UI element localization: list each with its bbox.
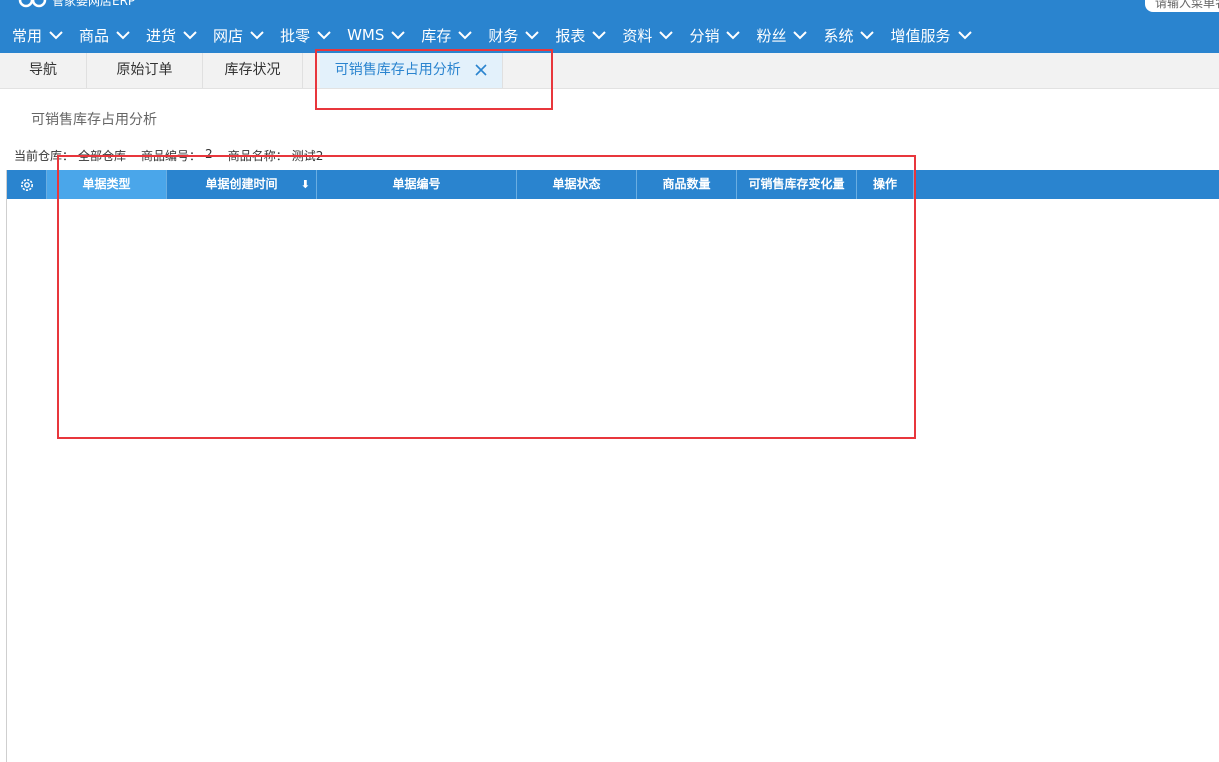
nav-item-资料[interactable]: 资料 xyxy=(610,18,677,52)
chevron-down-icon xyxy=(793,31,808,40)
brand: 管家婆网店ERP xyxy=(18,0,135,8)
nav-label: 库存 xyxy=(421,26,452,45)
nav-item-粉丝[interactable]: 粉丝 xyxy=(744,18,811,52)
menu-search-input[interactable]: 请输入菜单名 xyxy=(1145,0,1219,12)
chevron-down-icon xyxy=(49,31,63,40)
nav-label: 粉丝 xyxy=(756,26,787,45)
nav-item-报表[interactable]: 报表 xyxy=(543,18,610,52)
column-settings-button[interactable] xyxy=(7,170,47,199)
chevron-down-icon xyxy=(458,31,473,40)
chevron-down-icon xyxy=(525,31,540,40)
chevron-down-icon xyxy=(391,31,406,40)
chevron-down-icon xyxy=(116,31,130,40)
nav-label: WMS xyxy=(347,26,385,44)
chevron-down-icon xyxy=(659,31,674,40)
chevron-down-icon xyxy=(957,31,972,40)
nav-label: 商品 xyxy=(79,26,110,45)
nav-item-进货[interactable]: 进货 xyxy=(134,18,201,52)
nav-item-wms[interactable]: WMS xyxy=(335,18,409,52)
chevron-down-icon xyxy=(250,31,264,40)
nav-label: 进货 xyxy=(146,26,177,45)
highlight-box-grid xyxy=(57,155,916,439)
main-menu: 常用 商品 进货 网店 批零 WMS 库存 财务 报表 资料 分销 粉丝 系统 … xyxy=(0,18,976,52)
tab-original-orders[interactable]: 原始订单 xyxy=(87,53,203,88)
top-navigation-bar: 管家婆网店ERP 请输入菜单名 常用 商品 进货 网店 批零 WMS 库存 财务… xyxy=(0,0,1219,53)
tab-bar: 导航 原始订单 库存状况 可销售库存占用分析 xyxy=(0,53,1219,89)
chevron-down-icon xyxy=(317,31,331,40)
tab-navigation[interactable]: 导航 xyxy=(0,53,87,88)
nav-item-商品[interactable]: 商品 xyxy=(67,18,134,52)
brand-name: 管家婆网店ERP xyxy=(52,0,136,8)
chevron-down-icon xyxy=(726,31,741,40)
nav-item-批零[interactable]: 批零 xyxy=(268,18,335,52)
nav-item-库存[interactable]: 库存 xyxy=(409,18,476,52)
nav-label: 常用 xyxy=(12,26,43,45)
nav-item-常用[interactable]: 常用 xyxy=(0,18,67,52)
nav-item-增值服务[interactable]: 增值服务 xyxy=(878,18,975,52)
chevron-down-icon xyxy=(592,31,607,40)
tab-inventory-status[interactable]: 库存状况 xyxy=(203,53,303,88)
gear-icon xyxy=(20,178,33,191)
nav-label: 资料 xyxy=(622,26,653,45)
nav-item-财务[interactable]: 财务 xyxy=(476,18,543,52)
nav-item-分销[interactable]: 分销 xyxy=(677,18,744,52)
chevron-down-icon xyxy=(183,31,197,40)
nav-item-系统[interactable]: 系统 xyxy=(811,18,878,52)
nav-label: 批零 xyxy=(280,26,311,45)
nav-label: 分销 xyxy=(689,26,720,45)
highlight-box-tab xyxy=(315,49,553,110)
chevron-down-icon xyxy=(860,31,875,40)
nav-label: 财务 xyxy=(488,26,519,45)
nav-label: 报表 xyxy=(555,26,586,45)
nav-label: 系统 xyxy=(823,26,854,45)
nav-label: 网店 xyxy=(213,26,244,45)
nav-label: 增值服务 xyxy=(890,26,951,45)
page-title: 可销售库存占用分析 xyxy=(31,112,157,128)
grid-left-border xyxy=(6,170,7,762)
nav-item-网店[interactable]: 网店 xyxy=(201,18,268,52)
brand-logo-icon xyxy=(18,0,47,8)
